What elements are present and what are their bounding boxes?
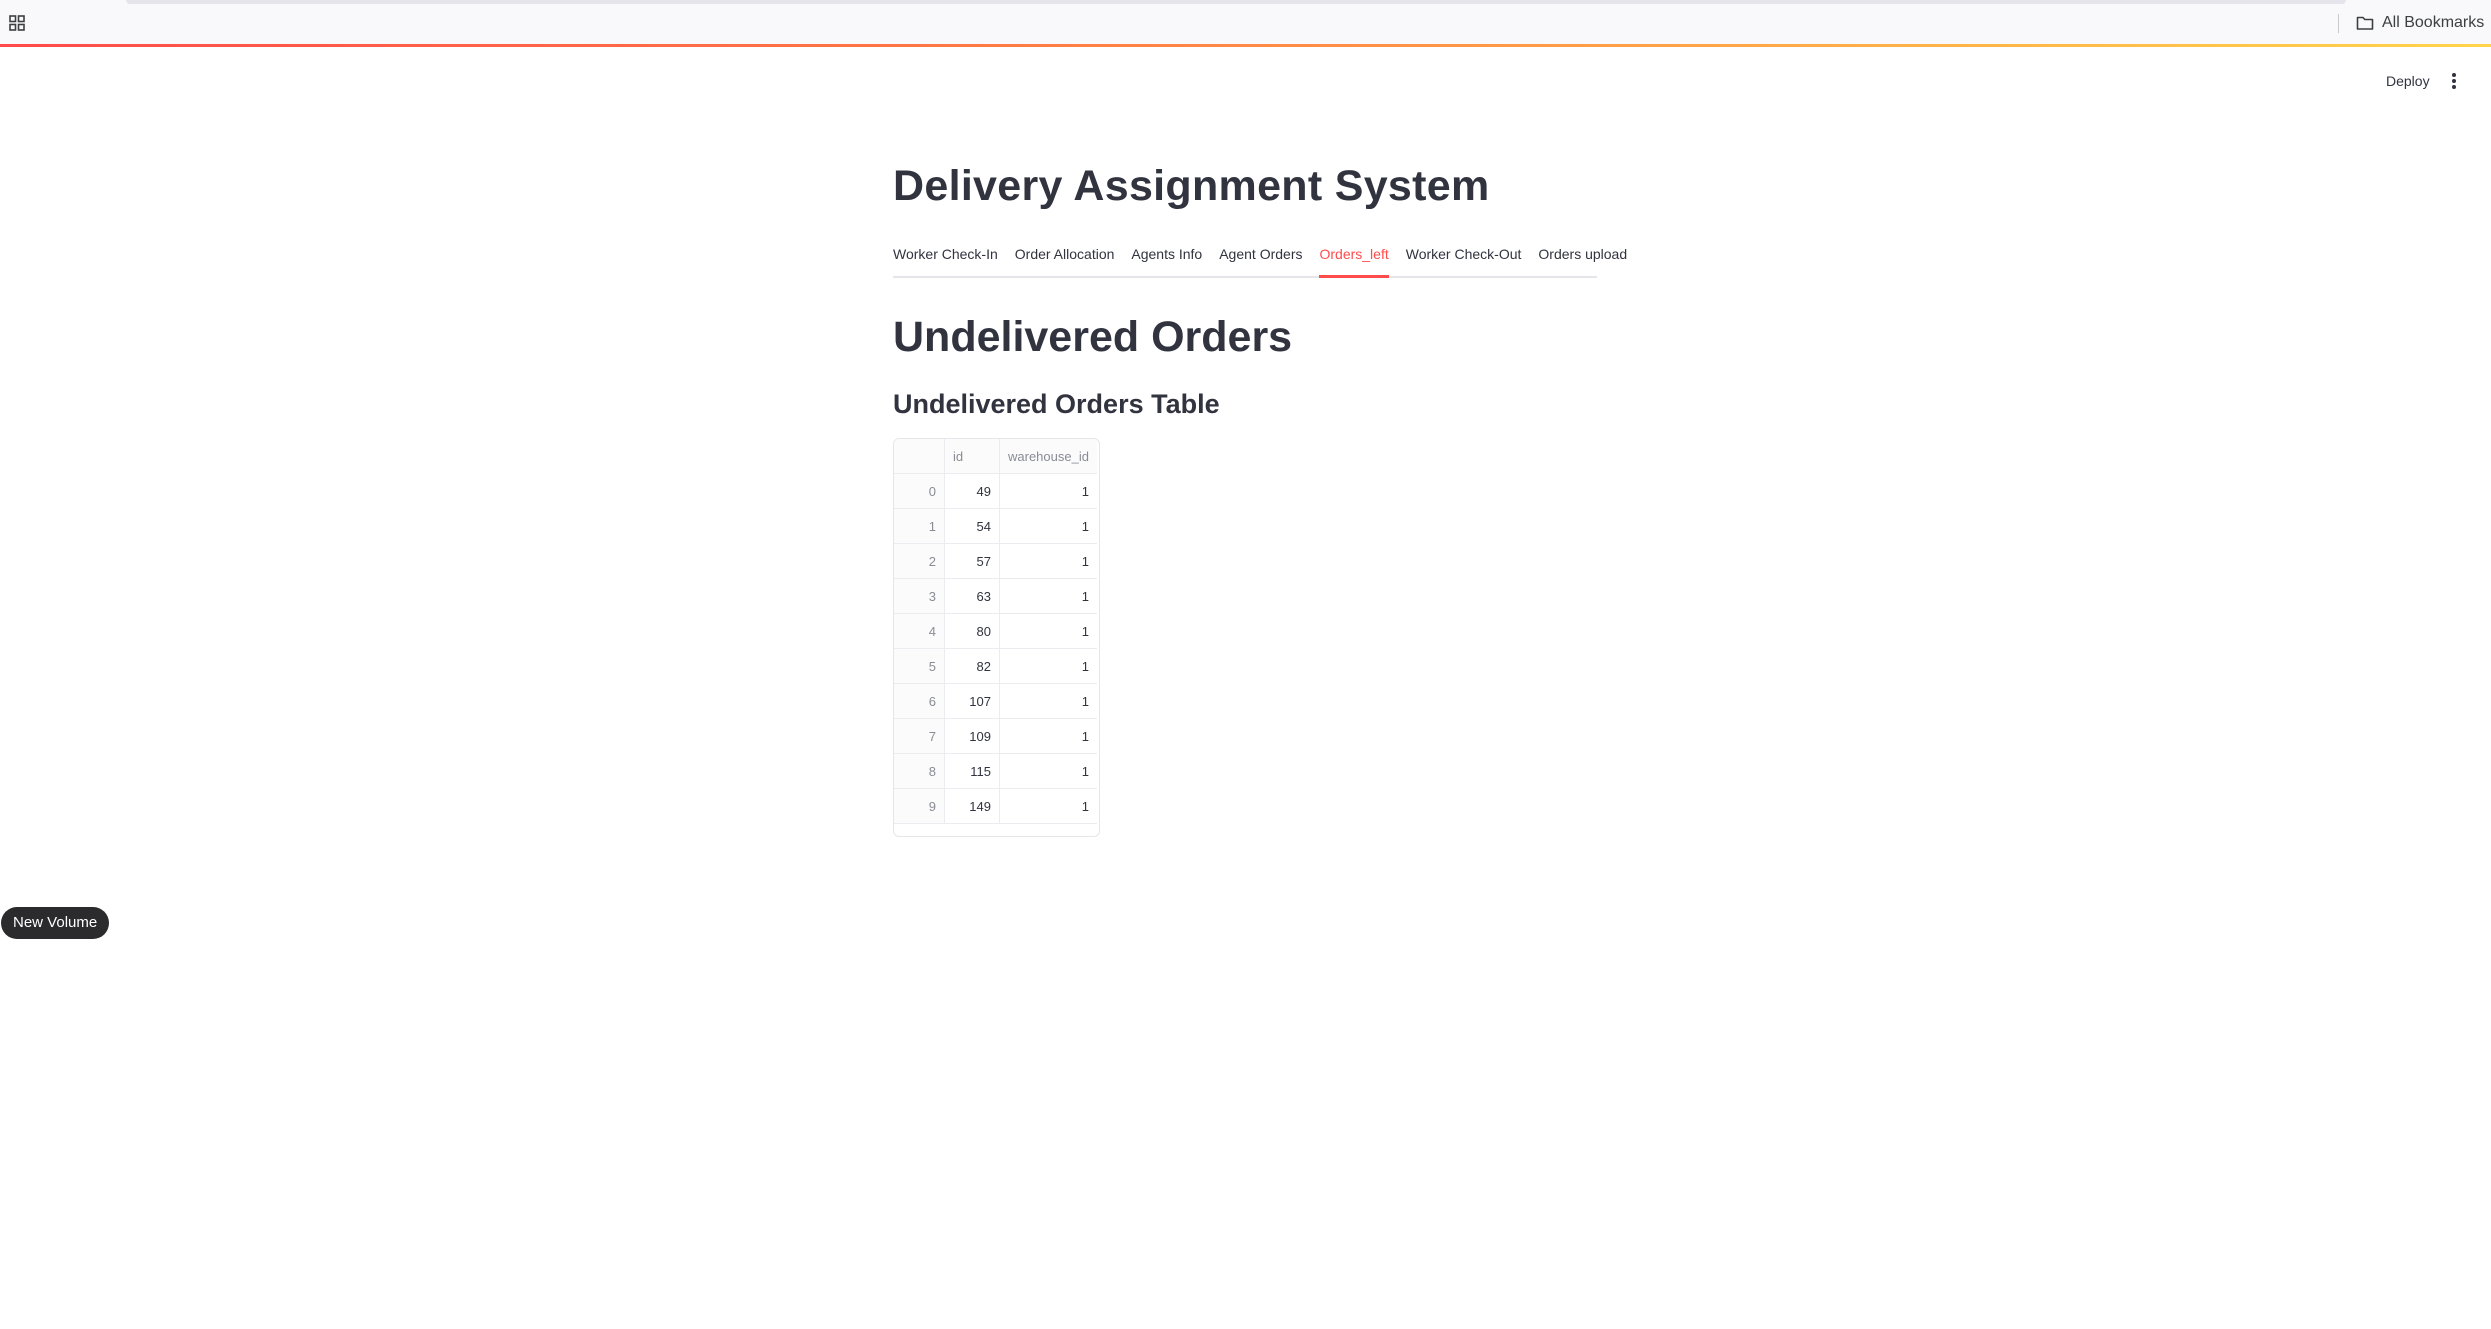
cell-warehouse-id[interactable]: 1: [999, 613, 1097, 649]
section-title: Undelivered Orders: [893, 313, 1293, 361]
new-volume-pill[interactable]: New Volume: [1, 907, 110, 939]
tab-orders-left[interactable]: Orders_left: [1319, 232, 1389, 278]
browser-top-strip: [126, 0, 2346, 4]
cell-warehouse-id[interactable]: 1: [999, 648, 1097, 684]
cell-id[interactable]: 49: [944, 473, 1000, 509]
row-index: 6: [894, 683, 945, 719]
apps-grid-icon[interactable]: [8, 14, 26, 32]
index-header: [894, 439, 945, 474]
tab-order-allocation[interactable]: Order Allocation: [1015, 232, 1115, 276]
cell-id[interactable]: 109: [944, 718, 1000, 754]
row-index: 7: [894, 718, 945, 754]
bookmarks-separator: [2338, 14, 2339, 33]
page-title: Delivery Assignment System: [893, 162, 1490, 210]
orders-table: id warehouse_id 0 49 1 1 54 1 2 57 1 3 6…: [894, 439, 1097, 824]
cell-id[interactable]: 115: [944, 753, 1000, 789]
kebab-menu-icon[interactable]: [2444, 68, 2464, 94]
table-row: 4 80 1: [894, 613, 1097, 649]
table-row: 0 49 1: [894, 473, 1097, 509]
row-index: 5: [894, 648, 945, 684]
table-header-row: id warehouse_id: [894, 439, 1097, 474]
table-row: 5 82 1: [894, 648, 1097, 684]
tab-agents-info[interactable]: Agents Info: [1131, 232, 1202, 276]
folder-icon: [2356, 16, 2374, 30]
main-content: Delivery Assignment System Worker Check-…: [893, 140, 1627, 837]
table-row: 2 57 1: [894, 543, 1097, 579]
deploy-button[interactable]: Deploy: [2374, 68, 2442, 94]
row-index: 1: [894, 508, 945, 544]
table-title: Undelivered Orders Table: [893, 389, 1220, 419]
row-index: 4: [894, 613, 945, 649]
column-header-id[interactable]: id: [944, 439, 1000, 474]
cell-id[interactable]: 80: [944, 613, 1000, 649]
cell-warehouse-id[interactable]: 1: [999, 753, 1097, 789]
table-row: 6 107 1: [894, 683, 1097, 719]
all-bookmarks-label: All Bookmarks: [2382, 14, 2485, 31]
row-index: 0: [894, 473, 945, 509]
cell-warehouse-id[interactable]: 1: [999, 788, 1097, 824]
cell-warehouse-id[interactable]: 1: [999, 473, 1097, 509]
cell-id[interactable]: 107: [944, 683, 1000, 719]
cell-warehouse-id[interactable]: 1: [999, 508, 1097, 544]
row-index: 3: [894, 578, 945, 614]
tab-worker-check-in[interactable]: Worker Check-In: [893, 232, 998, 276]
table-row: 8 115 1: [894, 753, 1097, 789]
cell-warehouse-id[interactable]: 1: [999, 543, 1097, 579]
all-bookmarks-button[interactable]: All Bookmarks: [2356, 12, 2484, 34]
cell-id[interactable]: 54: [944, 508, 1000, 544]
table-row: 3 63 1: [894, 578, 1097, 614]
cell-warehouse-id[interactable]: 1: [999, 683, 1097, 719]
tab-orders-upload[interactable]: Orders upload: [1538, 232, 1627, 276]
cell-id[interactable]: 63: [944, 578, 1000, 614]
table-row: 7 109 1: [894, 718, 1097, 754]
tab-worker-check-out[interactable]: Worker Check-Out: [1406, 232, 1522, 276]
row-index: 9: [894, 788, 945, 824]
table-row: 9 149 1: [894, 788, 1097, 824]
tab-bar: Worker Check-In Order Allocation Agents …: [893, 232, 1627, 278]
cell-id[interactable]: 57: [944, 543, 1000, 579]
cell-id[interactable]: 82: [944, 648, 1000, 684]
row-index: 2: [894, 543, 945, 579]
tab-agent-orders[interactable]: Agent Orders: [1219, 232, 1302, 276]
bookmarks-bar: All Bookmarks: [0, 0, 2491, 46]
cell-warehouse-id[interactable]: 1: [999, 718, 1097, 754]
column-header-warehouse-id[interactable]: warehouse_id: [999, 439, 1097, 474]
orders-dataframe[interactable]: id warehouse_id 0 49 1 1 54 1 2 57 1 3 6…: [893, 438, 1100, 837]
cell-id[interactable]: 149: [944, 788, 1000, 824]
cell-warehouse-id[interactable]: 1: [999, 578, 1097, 614]
table-row: 1 54 1: [894, 508, 1097, 544]
row-index: 8: [894, 753, 945, 789]
header-decoration-line: [0, 44, 2491, 47]
